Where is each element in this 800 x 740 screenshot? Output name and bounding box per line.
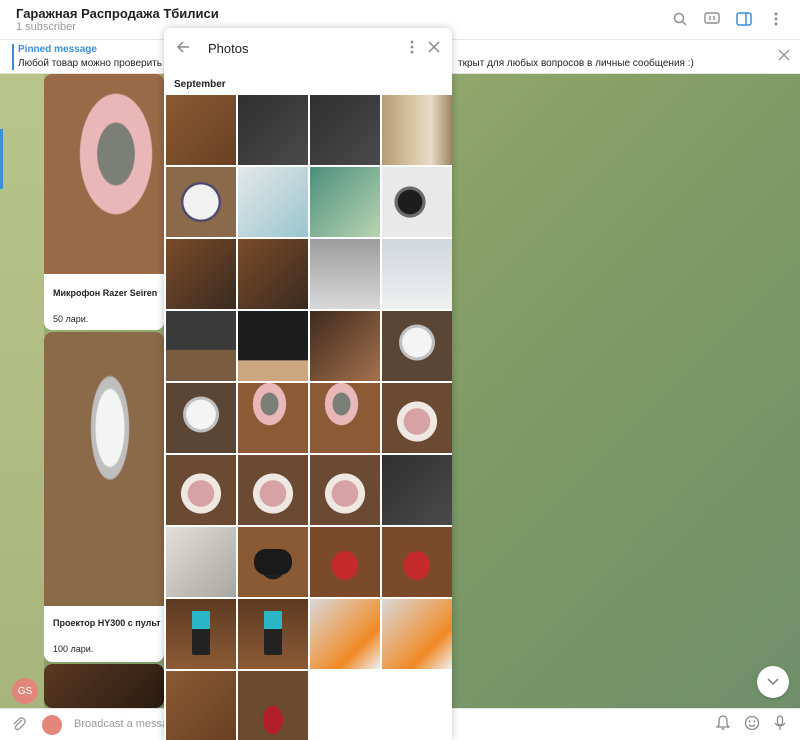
sender-avatar[interactable]: [42, 715, 62, 735]
photo-thumbnail[interactable]: [238, 167, 308, 237]
input-right-icons: [715, 715, 786, 736]
photo-thumbnail[interactable]: [238, 455, 308, 525]
photo-thumbnail[interactable]: [238, 599, 308, 669]
photo-thumbnail[interactable]: [382, 239, 452, 309]
post-card[interactable]: Проектор HY300 с пульт 100 лари.: [44, 332, 164, 662]
pinned-label: Pinned message: [18, 44, 97, 55]
photo-thumbnail[interactable]: [310, 95, 380, 165]
photo-thumbnail[interactable]: [382, 167, 452, 237]
post-image[interactable]: [44, 74, 164, 274]
month-section-label: September: [174, 79, 226, 90]
gamepad-shape: [254, 549, 292, 575]
chevron-down-icon: [767, 678, 779, 686]
photo-thumbnail[interactable]: [166, 671, 236, 740]
chat-left-edge: [0, 74, 44, 708]
panel-title: Photos: [208, 41, 249, 56]
photo-thumbnail[interactable]: [166, 527, 236, 597]
photo-thumbnail[interactable]: [310, 599, 380, 669]
post-caption: Микрофон Razer Seiren: [53, 288, 158, 298]
photo-thumbnail[interactable]: [310, 455, 380, 525]
photo-thumbnail[interactable]: [310, 239, 380, 309]
subscriber-count: 1 subscriber: [16, 21, 76, 33]
photo-thumbnail[interactable]: [382, 383, 452, 453]
photo-thumbnail[interactable]: [310, 311, 380, 381]
close-icon[interactable]: [428, 40, 440, 58]
photo-thumbnail[interactable]: [310, 167, 380, 237]
channel-title[interactable]: Гаражная Распродажа Тбилиси: [16, 6, 219, 21]
photo-thumbnail[interactable]: [238, 527, 308, 597]
pinned-indicator: [12, 44, 14, 70]
photo-thumbnail[interactable]: [166, 311, 236, 381]
photo-thumbnail[interactable]: [382, 527, 452, 597]
left-accent-stripe: [0, 129, 3, 189]
pinned-text-right: ткрыт для любых вопросов в личные сообще…: [458, 58, 694, 69]
sidebar-toggle-icon[interactable]: [734, 9, 754, 29]
emoji-icon[interactable]: [744, 715, 760, 736]
scroll-down-button[interactable]: [757, 666, 789, 698]
photo-grid: [166, 95, 452, 740]
search-icon[interactable]: [670, 9, 690, 29]
avatar[interactable]: GS: [12, 678, 38, 704]
back-arrow-icon[interactable]: [176, 40, 190, 59]
close-icon[interactable]: [778, 48, 790, 66]
bell-icon[interactable]: [715, 715, 731, 736]
post-price: 100 лари.: [53, 644, 94, 654]
post-image[interactable]: [44, 664, 164, 708]
photos-panel: Photos September: [164, 28, 452, 740]
photo-thumbnail[interactable]: [166, 383, 236, 453]
photo-thumbnail[interactable]: [238, 671, 308, 740]
microphone-icon[interactable]: [774, 715, 786, 736]
header-icons: [670, 9, 786, 29]
photo-thumbnail[interactable]: [310, 527, 380, 597]
photo-thumbnail[interactable]: [166, 239, 236, 309]
post-price: 50 лари.: [53, 314, 89, 324]
usb-drive: [264, 611, 282, 655]
photo-thumbnail[interactable]: [238, 311, 308, 381]
post-card[interactable]: Микрофон Razer Seiren 50 лари.: [44, 74, 164, 330]
more-icon[interactable]: [766, 9, 786, 29]
photo-thumbnail[interactable]: [238, 239, 308, 309]
photo-thumbnail[interactable]: [166, 599, 236, 669]
usb-drive: [192, 611, 210, 655]
photo-thumbnail[interactable]: [166, 455, 236, 525]
photo-thumbnail[interactable]: [238, 95, 308, 165]
attach-icon[interactable]: [12, 716, 26, 737]
photo-thumbnail[interactable]: [310, 383, 380, 453]
pinned-text-left: Любой товар можно проверить: [18, 58, 162, 69]
video-chat-icon[interactable]: [702, 9, 722, 29]
more-icon[interactable]: [410, 40, 414, 59]
post-image[interactable]: [44, 332, 164, 606]
photo-thumbnail[interactable]: [382, 599, 452, 669]
photo-thumbnail[interactable]: [382, 95, 452, 165]
post-caption: Проектор HY300 с пульт: [53, 618, 161, 628]
photo-thumbnail[interactable]: [238, 383, 308, 453]
photo-thumbnail[interactable]: [166, 167, 236, 237]
post-card[interactable]: [44, 664, 164, 708]
photo-thumbnail[interactable]: [166, 95, 236, 165]
photo-thumbnail[interactable]: [382, 311, 452, 381]
photo-thumbnail[interactable]: [382, 455, 452, 525]
